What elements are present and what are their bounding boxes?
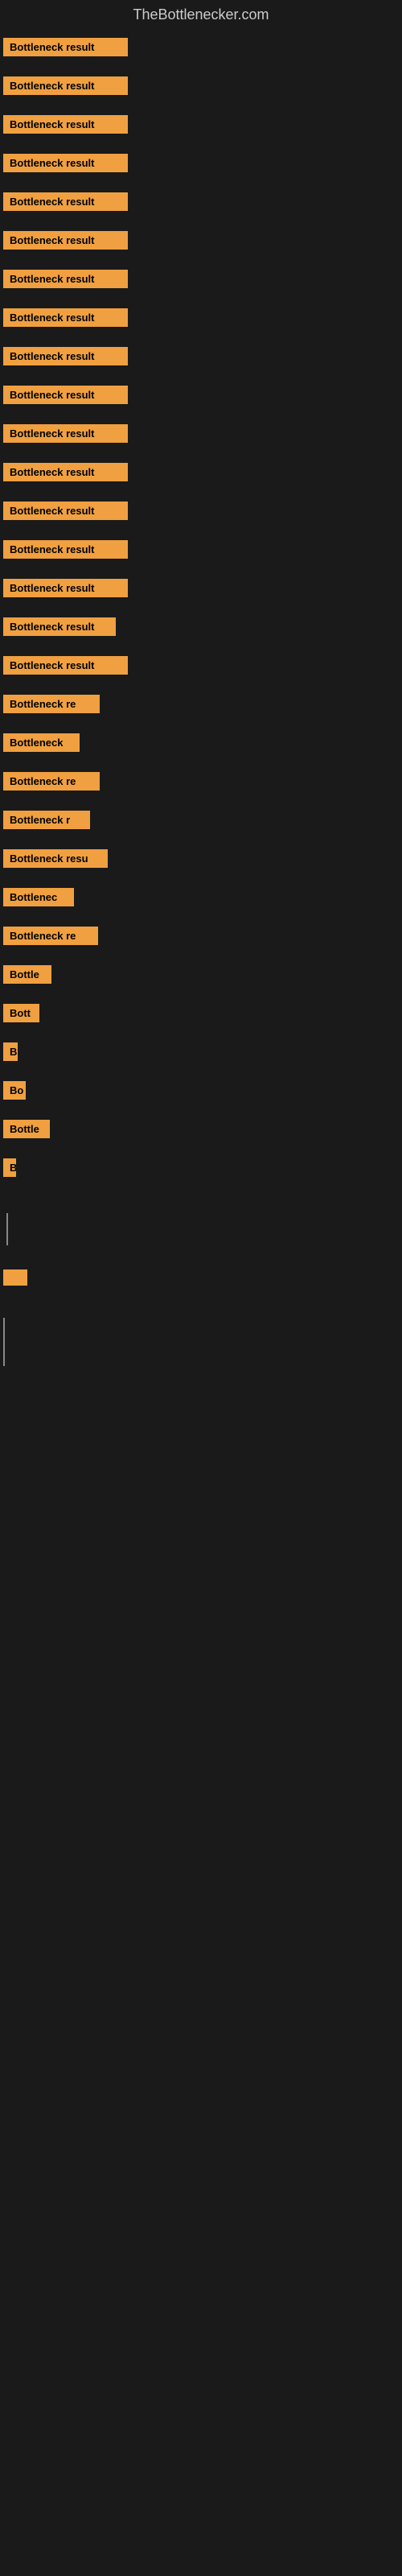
- bottleneck-bar-8: Bottleneck result: [3, 347, 128, 365]
- bar-row: Bottleneck result: [0, 262, 402, 300]
- bar-row: Bottleneck result: [0, 571, 402, 609]
- bar-row: Bottleneck result: [0, 184, 402, 223]
- bar-row: Bottleneck r: [0, 803, 402, 841]
- bottleneck-bar-11: Bottleneck result: [3, 463, 128, 481]
- bar-row: Bottleneck result: [0, 609, 402, 648]
- bar-row: Bottleneck result: [0, 146, 402, 184]
- bottleneck-bar-15: Bottleneck result: [3, 617, 116, 636]
- bottleneck-bar-3: Bottleneck result: [3, 154, 128, 172]
- bottleneck-bar-19: Bottleneck re: [3, 772, 100, 791]
- bar-row: Bottleneck result: [0, 300, 402, 339]
- bottleneck-bar-13: Bottleneck result: [3, 540, 128, 559]
- bottleneck-bar-23: Bottleneck re: [3, 927, 98, 945]
- bar-row: B: [0, 1034, 402, 1073]
- bottleneck-bar-27: Bo: [3, 1081, 26, 1100]
- bottleneck-bar-17: Bottleneck re: [3, 695, 100, 713]
- bar-row: Bottleneck result: [0, 648, 402, 687]
- bar-row: Bottleneck result: [0, 68, 402, 107]
- bar-row: Bottleneck: [0, 725, 402, 764]
- bar-row: Bottleneck result: [0, 339, 402, 378]
- bottleneck-bar-10: Bottleneck result: [3, 424, 128, 443]
- bottleneck-bar-25: Bott: [3, 1004, 39, 1022]
- bar-row: Bottleneck result: [0, 416, 402, 455]
- bottleneck-bar-6: Bottleneck result: [3, 270, 128, 288]
- bar-row: B: [0, 1150, 402, 1189]
- bottleneck-bar-22: Bottlenec: [3, 888, 74, 906]
- bottleneck-bar-18: Bottleneck: [3, 733, 80, 752]
- bottleneck-bar-9: Bottleneck result: [3, 386, 128, 404]
- bar-row: Bottlenec: [0, 880, 402, 919]
- bottleneck-bar-7: Bottleneck result: [3, 308, 128, 327]
- bar-row: Bottleneck resu: [0, 841, 402, 880]
- bar-row: Bottle: [0, 1112, 402, 1150]
- bottleneck-bar-28: Bottle: [3, 1120, 50, 1138]
- bottleneck-bar-4: Bottleneck result: [3, 192, 128, 211]
- bar-row: Bottleneck re: [0, 687, 402, 725]
- bottleneck-bar-1: Bottleneck result: [3, 76, 128, 95]
- bottleneck-bar-26: B: [3, 1042, 18, 1061]
- bottleneck-bar-21: Bottleneck resu: [3, 849, 108, 868]
- cursor-area: [0, 1189, 402, 1261]
- bar-row: Bottleneck result: [0, 493, 402, 532]
- bar-row: Bott: [0, 996, 402, 1034]
- bottleneck-bar-24: Bottle: [3, 965, 51, 984]
- bottom-bar-small: [3, 1269, 27, 1286]
- bottleneck-bar-12: Bottleneck result: [3, 502, 128, 520]
- bottom-section: [0, 1269, 402, 1430]
- bottleneck-bar-2: Bottleneck result: [3, 115, 128, 134]
- bar-row: Bottle: [0, 957, 402, 996]
- cursor-line: [6, 1213, 8, 1245]
- bottom-cursor-line: [3, 1318, 5, 1366]
- bar-row: Bottleneck result: [0, 532, 402, 571]
- bar-row: Bottleneck result: [0, 378, 402, 416]
- site-title: TheBottlenecker.com: [0, 0, 402, 30]
- bar-row: Bottleneck result: [0, 223, 402, 262]
- bar-row: Bo: [0, 1073, 402, 1112]
- bottleneck-bar-16: Bottleneck result: [3, 656, 128, 675]
- bottleneck-bar-5: Bottleneck result: [3, 231, 128, 250]
- bottleneck-bar-20: Bottleneck r: [3, 811, 90, 829]
- bar-row: Bottleneck result: [0, 107, 402, 146]
- bar-row: Bottleneck result: [0, 30, 402, 68]
- bar-row: Bottleneck re: [0, 764, 402, 803]
- bottleneck-bar-14: Bottleneck result: [3, 579, 128, 597]
- bars-container: Bottleneck result Bottleneck result Bottle…: [0, 30, 402, 1189]
- bottleneck-bar-0: Bottleneck result: [3, 38, 128, 56]
- bar-row: Bottleneck re: [0, 919, 402, 957]
- bar-row: Bottleneck result: [0, 455, 402, 493]
- bottleneck-bar-29: B: [3, 1158, 16, 1177]
